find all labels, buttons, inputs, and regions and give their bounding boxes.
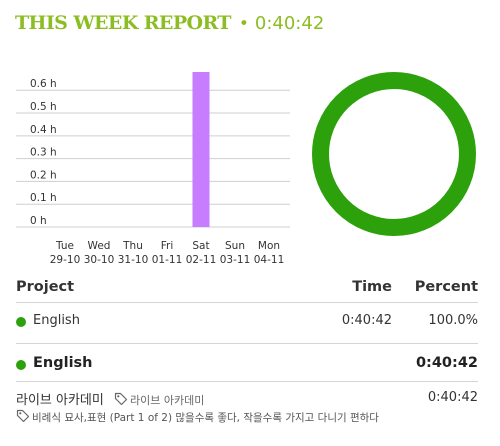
report-title: THIS WEEK REPORT <box>15 12 231 34</box>
y-tick-label: 0.4 h <box>30 124 57 136</box>
row-divider <box>16 343 478 344</box>
x-tick-label: Sun <box>225 240 245 252</box>
entry-tag-label: 라이브 아카데미 <box>130 394 205 407</box>
bar <box>192 72 210 227</box>
group-total-time: 0:40:42 <box>415 355 478 371</box>
header-time: Time <box>352 279 392 295</box>
tag-icon <box>16 409 30 423</box>
y-tick-label: 0.3 h <box>30 147 57 159</box>
x-tick-label: Thu <box>122 240 143 252</box>
x-tick-label: Fri <box>161 240 174 252</box>
x-tick-label: 04-11 <box>254 254 285 266</box>
x-tick-label: 29-10 <box>50 254 81 266</box>
entry-description: 비례식 묘사,표현 (Part 1 of 2) 많을수록 좋다, 작을수록 가지… <box>32 412 379 424</box>
project-group-header[interactable]: English 0:40:42 <box>16 355 478 377</box>
y-tick-label: 0 h <box>30 215 47 227</box>
group-project-name: English <box>33 355 93 371</box>
table-header: Project Time Percent <box>16 279 478 301</box>
entry-time: 0:40:42 <box>427 390 478 405</box>
x-tick-label: 02-11 <box>186 254 217 266</box>
time-entry[interactable]: 라이브 아카데미 라이브 아카데미 0:40:42 비례식 묘사,표현 (Par… <box>16 389 478 429</box>
y-tick-label: 0.5 h <box>30 101 57 113</box>
x-tick-label: Tue <box>55 240 74 252</box>
project-color-dot <box>16 360 26 370</box>
report-total-time: 0:40:42 <box>254 13 325 34</box>
project-color-dot <box>16 317 26 327</box>
x-tick-label: Wed <box>88 240 111 252</box>
donut-segment <box>312 72 476 236</box>
x-tick-label: 03-11 <box>220 254 251 266</box>
row-time: 0:40:42 <box>341 313 392 328</box>
header-divider <box>16 302 478 303</box>
report-title-row: THIS WEEK REPORT • 0:40:42 <box>15 12 324 38</box>
title-separator: • <box>238 14 249 34</box>
x-tick-label: Mon <box>258 240 280 252</box>
y-tick-label: 0.6 h <box>30 78 57 90</box>
entry-tag[interactable]: 라이브 아카데미 <box>114 392 205 407</box>
table-row[interactable]: English 0:40:42 100.0% <box>16 313 478 333</box>
group-divider <box>16 381 478 382</box>
x-tick-label: 31-10 <box>118 254 149 266</box>
header-project: Project <box>16 279 75 295</box>
tag-icon <box>114 392 128 406</box>
row-percent: 100.0% <box>428 313 478 328</box>
x-tick-label: Sat <box>192 240 209 252</box>
y-tick-label: 0.2 h <box>30 169 57 181</box>
x-tick-label: 30-10 <box>84 254 115 266</box>
x-tick-label: 01-11 <box>152 254 183 266</box>
header-percent: Percent <box>414 279 478 295</box>
row-project-name: English <box>33 313 80 328</box>
weekly-bar-chart: 0 h 0.1 h 0.2 h 0.3 h 0.4 h 0.5 h 0.6 h Tue 29-1… <box>16 72 290 266</box>
entry-title: 라이브 아카데미 <box>16 393 104 408</box>
project-donut-chart <box>312 72 476 236</box>
y-tick-label: 0.1 h <box>30 192 57 204</box>
